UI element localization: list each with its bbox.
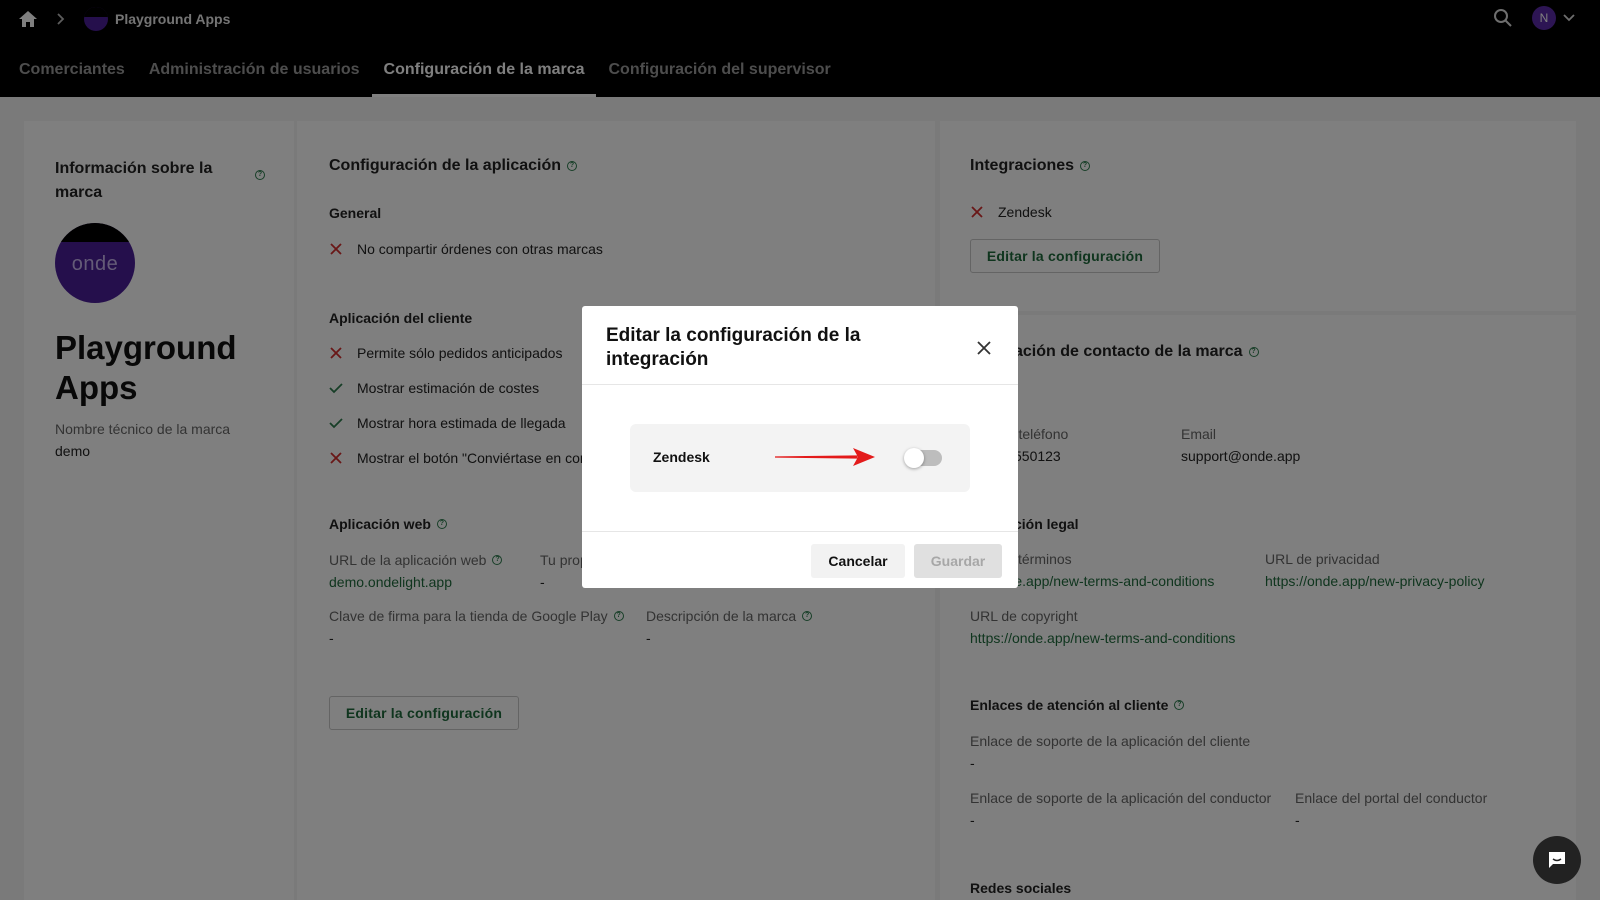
divider [582, 531, 1018, 532]
edit-integration-modal: Editar la configuración de la integració… [582, 306, 1018, 588]
zendesk-toggle[interactable] [904, 448, 942, 468]
integration-toggle-row: Zendesk [630, 424, 970, 492]
cancel-button[interactable]: Cancelar [811, 544, 905, 578]
save-button[interactable]: Guardar [914, 544, 1002, 578]
chat-icon[interactable] [1533, 836, 1581, 884]
integration-name: Zendesk [653, 449, 710, 465]
divider [582, 384, 1018, 385]
close-icon[interactable] [972, 336, 996, 360]
modal-title: Editar la configuración de la integració… [606, 325, 861, 370]
annotation-arrow-icon [775, 448, 875, 466]
toggle-knob [904, 448, 924, 468]
